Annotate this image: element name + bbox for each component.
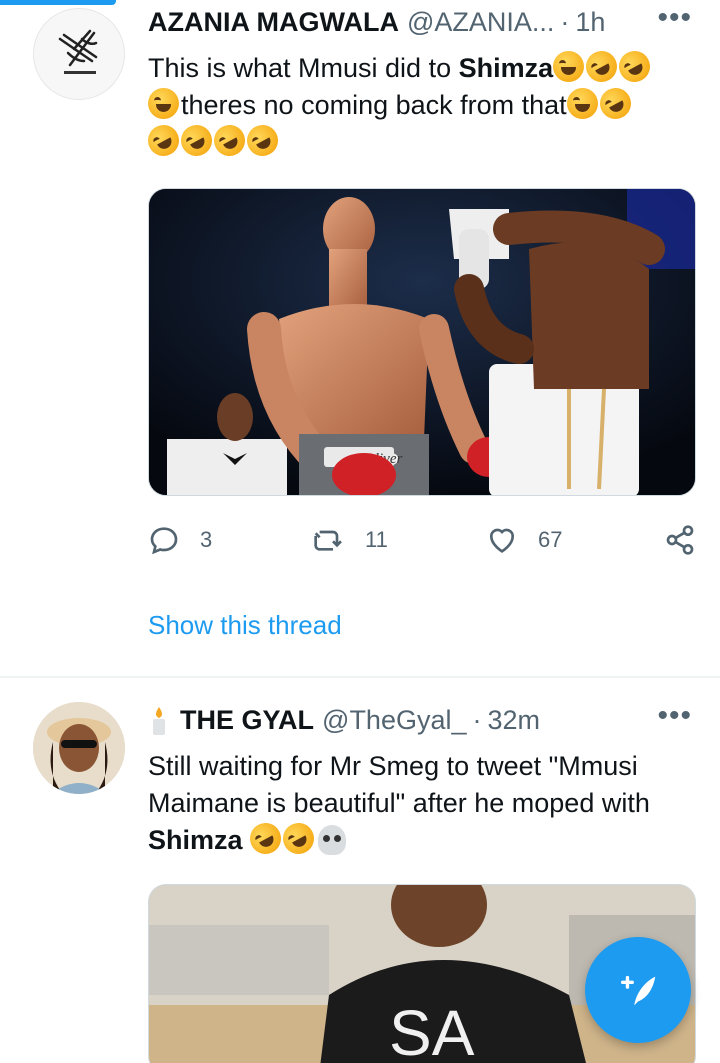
reply-button[interactable]: 3 xyxy=(148,520,212,560)
rofl-emoji xyxy=(613,45,656,88)
retweet-count: 11 xyxy=(365,527,388,552)
tears-of-joy-emoji xyxy=(148,88,179,119)
avatar[interactable] xyxy=(33,8,125,100)
retweet-button[interactable]: 11 xyxy=(313,520,388,560)
skull-emoji xyxy=(318,825,347,855)
user-handle[interactable]: @AZANIA... xyxy=(407,7,554,38)
heart-icon xyxy=(490,528,514,553)
share-icon xyxy=(666,525,694,555)
tweet-text-part: theres no coming back from that xyxy=(181,90,567,120)
boxing-photo: Oliver xyxy=(149,189,695,495)
tears-of-joy-emoji xyxy=(566,88,598,119)
display-name[interactable]: THE GYAL xyxy=(180,705,314,736)
more-horizontal-icon[interactable]: ••• xyxy=(657,3,692,33)
user-handle[interactable]: @TheGyal_ xyxy=(322,705,466,736)
show-thread-link[interactable]: Show this thread xyxy=(148,610,342,641)
like-count: 67 xyxy=(538,527,563,552)
tweet-header: THE GYAL @TheGyal_ · 32m ••• xyxy=(148,700,692,740)
tweet-image-boxing[interactable]: Oliver xyxy=(148,188,696,496)
tweet-azania[interactable]: AZANIA MAGWALA @AZANIA... · 1h ••• This … xyxy=(0,0,720,676)
reply-icon xyxy=(150,527,178,555)
tweet-actions: 3 11 67 xyxy=(148,520,696,560)
rofl-emoji xyxy=(277,817,320,860)
avatar[interactable] xyxy=(33,702,125,794)
rofl-emoji xyxy=(580,45,623,88)
timestamp[interactable]: 32m xyxy=(488,705,541,736)
rofl-emoji xyxy=(244,817,287,860)
tweet-text-bold: Shimza xyxy=(458,53,554,83)
tweet-text-bold: Shimza xyxy=(148,825,243,855)
separator: · xyxy=(472,704,482,735)
tweet-text-part: This is what Mmusi did to xyxy=(148,53,459,83)
tears-of-joy-emoji xyxy=(553,51,585,82)
shirt-text: SA xyxy=(389,997,475,1063)
rofl-emoji xyxy=(208,119,251,162)
reply-count: 3 xyxy=(200,527,213,552)
tweet-text: Still waiting for Mr Smeg to tweet "Mmus… xyxy=(148,748,696,860)
tweet-header: AZANIA MAGWALA @AZANIA... · 1h ••• xyxy=(148,2,692,42)
timestamp[interactable]: 1h xyxy=(575,7,605,38)
candle-icon xyxy=(153,707,165,735)
retweet-icon xyxy=(313,524,345,556)
more-horizontal-icon[interactable]: ••• xyxy=(657,701,692,731)
rofl-emoji xyxy=(142,119,185,162)
share-button[interactable] xyxy=(664,520,696,560)
like-button[interactable]: 67 xyxy=(486,520,562,560)
compose-tweet-icon xyxy=(620,975,656,1006)
rofl-emoji xyxy=(241,119,284,162)
separator: · xyxy=(560,6,570,37)
rofl-emoji xyxy=(175,119,218,162)
rofl-emoji xyxy=(594,82,637,125)
tweet-text-part: Still waiting for Mr Smeg to tweet "Mmus… xyxy=(148,751,650,818)
compose-tweet-button[interactable] xyxy=(585,937,691,1043)
display-name[interactable]: AZANIA MAGWALA xyxy=(148,7,399,38)
tweet-text: This is what Mmusi did to Shimza theres … xyxy=(142,45,696,162)
